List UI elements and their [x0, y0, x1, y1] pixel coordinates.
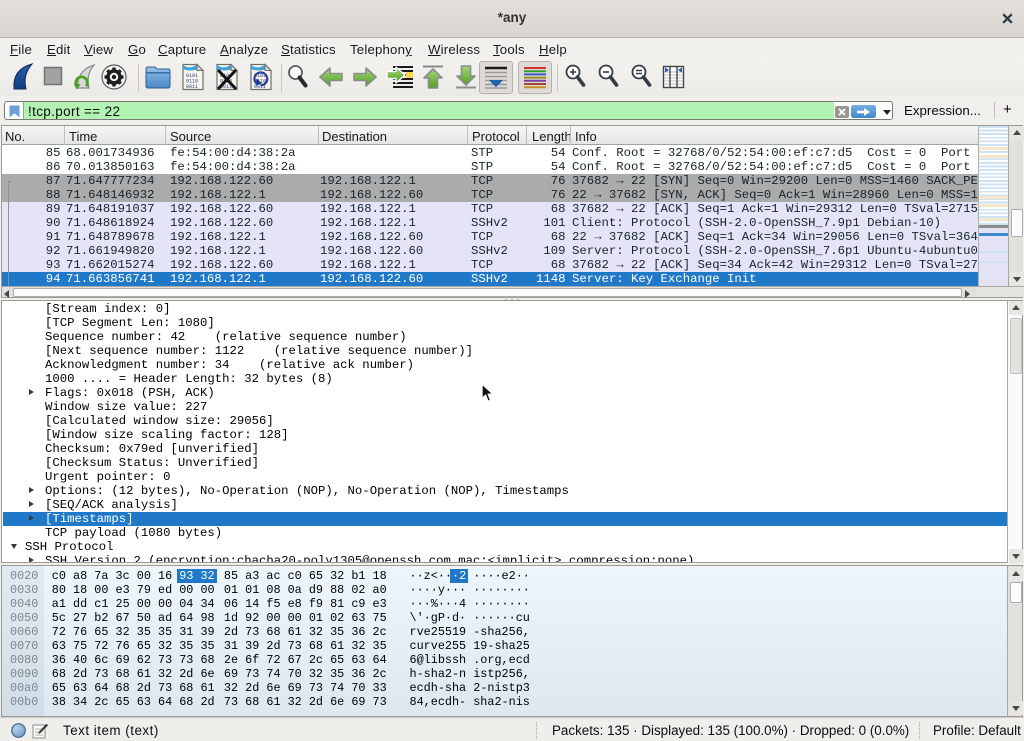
svg-text:0011: 0011: [186, 84, 198, 90]
